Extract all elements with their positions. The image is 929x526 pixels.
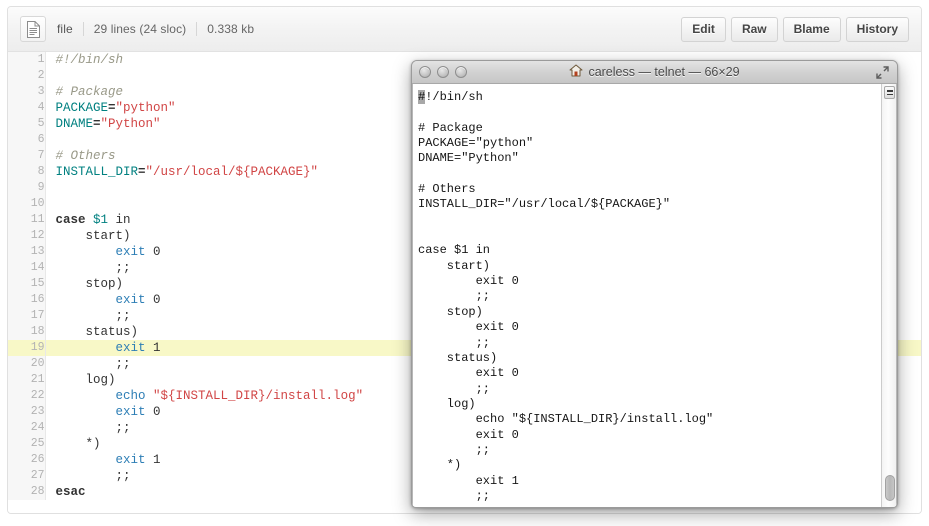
line-number[interactable]: 20 [8,356,45,372]
line-number[interactable]: 6 [8,132,45,148]
zoom-button[interactable] [455,66,467,78]
line-number[interactable]: 21 [8,372,45,388]
meta-divider-1 [82,22,84,36]
minimize-button[interactable] [437,66,449,78]
terminal-window[interactable]: careless — telnet — 66×29 #!/bin/sh # Pa… [411,60,898,508]
line-number[interactable]: 4 [8,100,45,116]
file-meta-text: file 29 lines (24 sloc) 0.338 kb [57,22,254,36]
raw-button[interactable]: Raw [730,16,778,42]
screenshot-root: file 29 lines (24 sloc) 0.338 kb Edit Raw … [0,0,929,526]
file-header-bar: file 29 lines (24 sloc) 0.338 kb Edit Raw … [8,7,921,52]
file-lines-label: 29 lines (24 sloc) [93,22,187,36]
line-number[interactable]: 23 [8,404,45,420]
terminal-scrollbar[interactable] [881,84,896,507]
terminal-title-label: careless — telnet — 66×29 [588,65,740,79]
line-number[interactable]: 2 [8,68,45,84]
line-number[interactable]: 7 [8,148,45,164]
line-number[interactable]: 25 [8,436,45,452]
line-number[interactable]: 15 [8,276,45,292]
home-icon [569,64,583,80]
terminal-output[interactable]: #!/bin/sh # Package PACKAGE="python" DNA… [413,84,896,507]
line-number[interactable]: 24 [8,420,45,436]
line-number[interactable]: 26 [8,452,45,468]
edit-button[interactable]: Edit [681,16,726,42]
line-number[interactable]: 14 [8,260,45,276]
close-button[interactable] [419,66,431,78]
line-number[interactable]: 13 [8,244,45,260]
scrollbar-thumb[interactable] [885,475,895,501]
line-number[interactable]: 1 [8,52,45,68]
terminal-body[interactable]: #!/bin/sh # Package PACKAGE="python" DNA… [412,84,897,507]
line-number[interactable]: 8 [8,164,45,180]
line-number[interactable]: 12 [8,228,45,244]
file-meta-group: file 29 lines (24 sloc) 0.338 kb [20,16,676,42]
fullscreen-expand-icon[interactable] [876,66,889,84]
file-document-icon[interactable] [20,16,46,42]
line-number[interactable]: 11 [8,212,45,228]
line-number[interactable]: 5 [8,116,45,132]
line-number[interactable]: 27 [8,468,45,484]
terminal-title-bar[interactable]: careless — telnet — 66×29 [412,61,897,84]
line-number[interactable]: 17 [8,308,45,324]
line-number[interactable]: 28 [8,484,45,500]
line-number[interactable]: 22 [8,388,45,404]
line-number[interactable]: 3 [8,84,45,100]
file-actions-group: Edit Raw Blame History [676,16,909,42]
scrollbar-top-button[interactable] [884,86,895,99]
history-button[interactable]: History [845,16,909,42]
line-number[interactable]: 9 [8,180,45,196]
blame-button[interactable]: Blame [782,16,841,42]
file-name-label: file [57,22,73,36]
line-number[interactable]: 10 [8,196,45,212]
line-number[interactable]: 18 [8,324,45,340]
line-number-highlighted[interactable]: 19 [8,340,45,356]
window-traffic-lights [419,66,473,78]
terminal-title-group: careless — telnet — 66×29 [412,64,897,80]
line-number-gutter: 1 2 3 4 5 6 7 8 9 10 11 12 13 14 15 16 1… [8,52,46,500]
meta-divider-2 [196,22,198,36]
file-size-label: 0.338 kb [207,22,255,36]
line-number[interactable]: 16 [8,292,45,308]
